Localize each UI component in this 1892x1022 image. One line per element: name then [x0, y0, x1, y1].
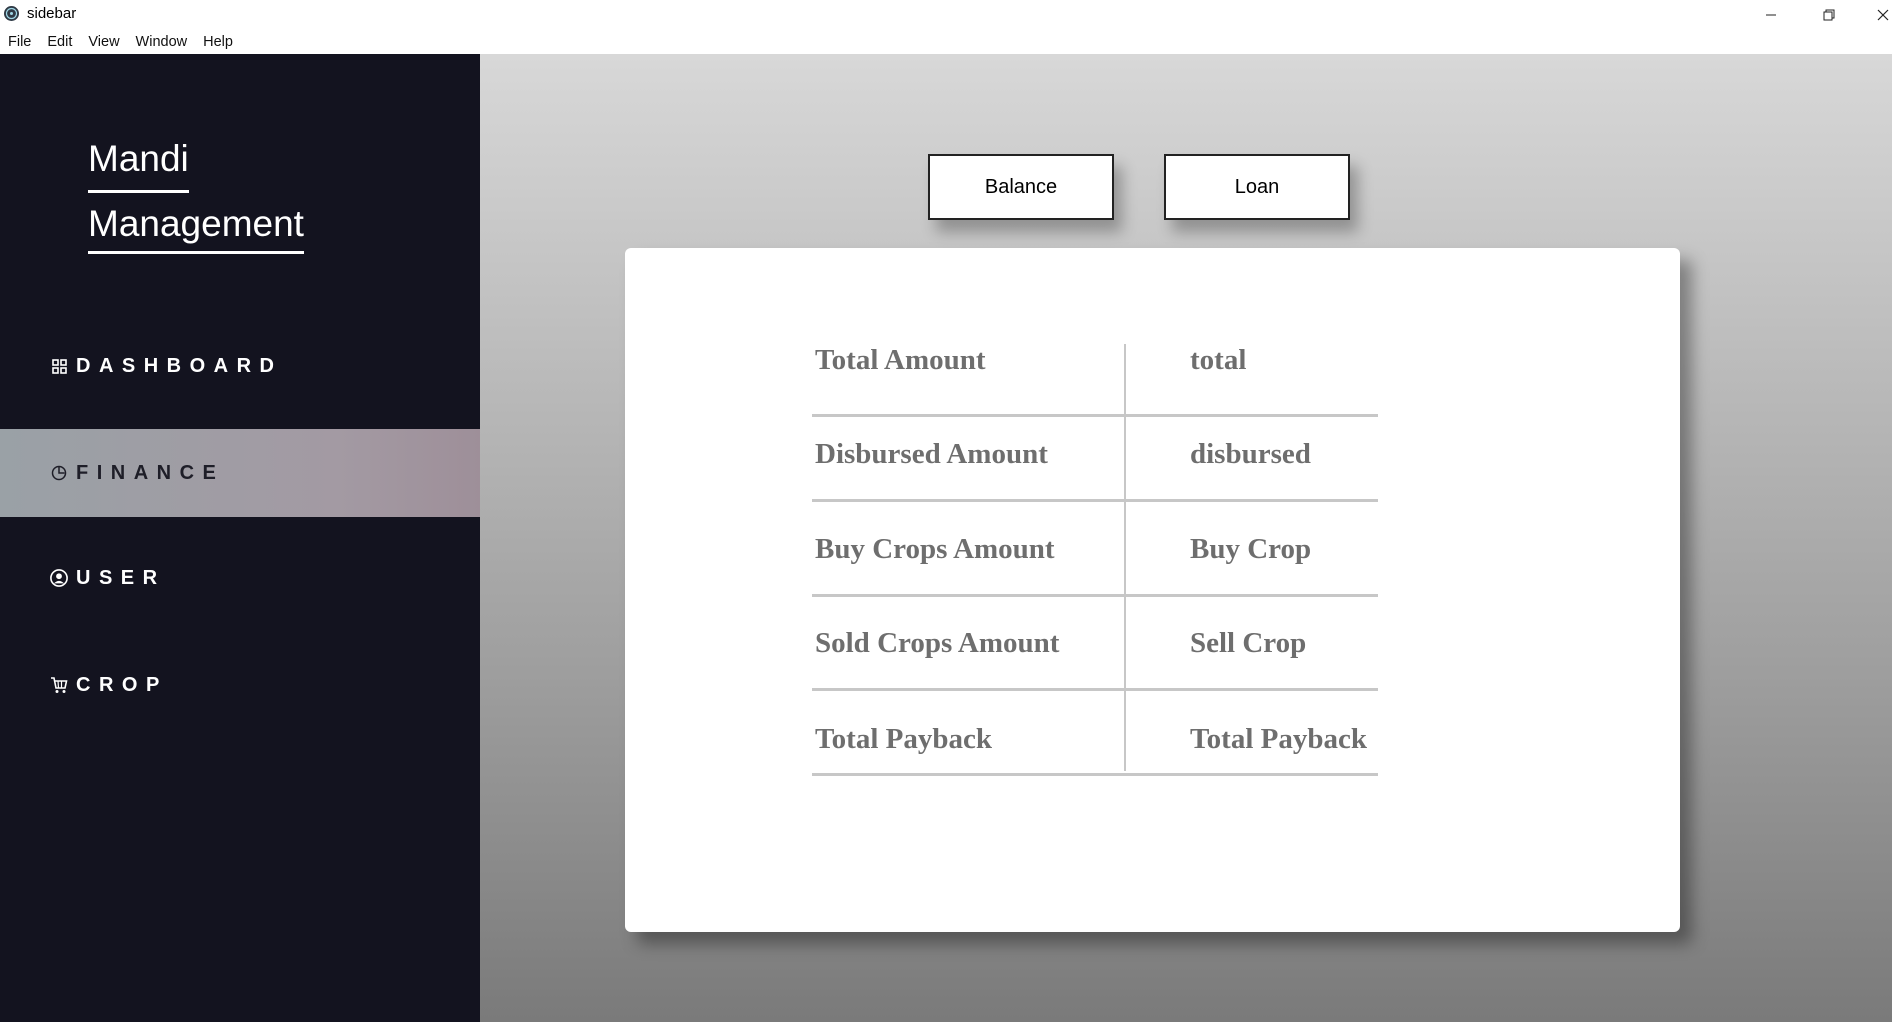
sidebar-item-dashboard[interactable]: DASHBOARD: [0, 322, 480, 410]
sidebar-item-label: DASHBOARD: [76, 354, 283, 377]
table-row: Disbursed Amount disbursed: [812, 417, 1378, 502]
window-title: sidebar: [27, 5, 77, 22]
sidebar-item-label: CROP: [76, 673, 168, 696]
menu-window[interactable]: Window: [128, 34, 196, 50]
user-circle-icon: [50, 569, 68, 587]
grid-icon: [50, 357, 68, 375]
sidebar-item-label: USER: [76, 566, 166, 589]
close-button[interactable]: [1860, 0, 1892, 29]
sidebar-item-user[interactable]: USER: [0, 534, 480, 622]
brand-line-2: Management: [88, 199, 304, 254]
row-value: total: [1190, 344, 1247, 376]
menu-bar: File Edit View Window Help: [0, 29, 1892, 54]
menu-view[interactable]: View: [80, 34, 127, 50]
table-row: Total Amount total: [812, 344, 1378, 417]
brand-line-1: Mandi: [88, 134, 189, 193]
row-label: Buy Crops Amount: [815, 533, 1055, 565]
sidebar-item-finance[interactable]: FINANCE: [0, 429, 480, 517]
cart-icon: [50, 676, 68, 694]
brand-title: Mandi Management: [88, 134, 304, 254]
table-row: Buy Crops Amount Buy Crop: [812, 502, 1378, 597]
row-label: Sold Crops Amount: [815, 627, 1060, 659]
row-label: Disbursed Amount: [815, 438, 1048, 470]
app-icon: [3, 5, 20, 22]
pie-chart-icon: [50, 464, 68, 482]
table-row: Sold Crops Amount Sell Crop: [812, 597, 1378, 691]
main-content: Balance Loan Total Amount total Disburse…: [480, 54, 1892, 1022]
row-value: disbursed: [1190, 438, 1311, 470]
balance-button[interactable]: Balance: [928, 154, 1114, 220]
finance-card: Total Amount total Disbursed Amount disb…: [625, 248, 1680, 932]
row-value: Total Payback: [1190, 723, 1367, 755]
row-value: Sell Crop: [1190, 627, 1307, 659]
row-label: Total Amount: [815, 344, 986, 376]
title-bar: sidebar: [0, 0, 1892, 29]
row-value: Buy Crop: [1190, 533, 1312, 565]
menu-edit[interactable]: Edit: [39, 34, 80, 50]
loan-button[interactable]: Loan: [1164, 154, 1350, 220]
row-label: Total Payback: [815, 723, 992, 755]
sidebar-item-crop[interactable]: CROP: [0, 641, 480, 729]
restore-button[interactable]: [1806, 0, 1852, 29]
table-row: Total Payback Total Payback: [812, 691, 1378, 776]
menu-file[interactable]: File: [0, 34, 39, 50]
menu-help[interactable]: Help: [195, 34, 241, 50]
sidebar: Mandi Management DASHBOARD FINANCE USER …: [0, 54, 480, 1022]
sidebar-item-label: FINANCE: [76, 461, 225, 484]
minimize-button[interactable]: [1748, 0, 1794, 29]
